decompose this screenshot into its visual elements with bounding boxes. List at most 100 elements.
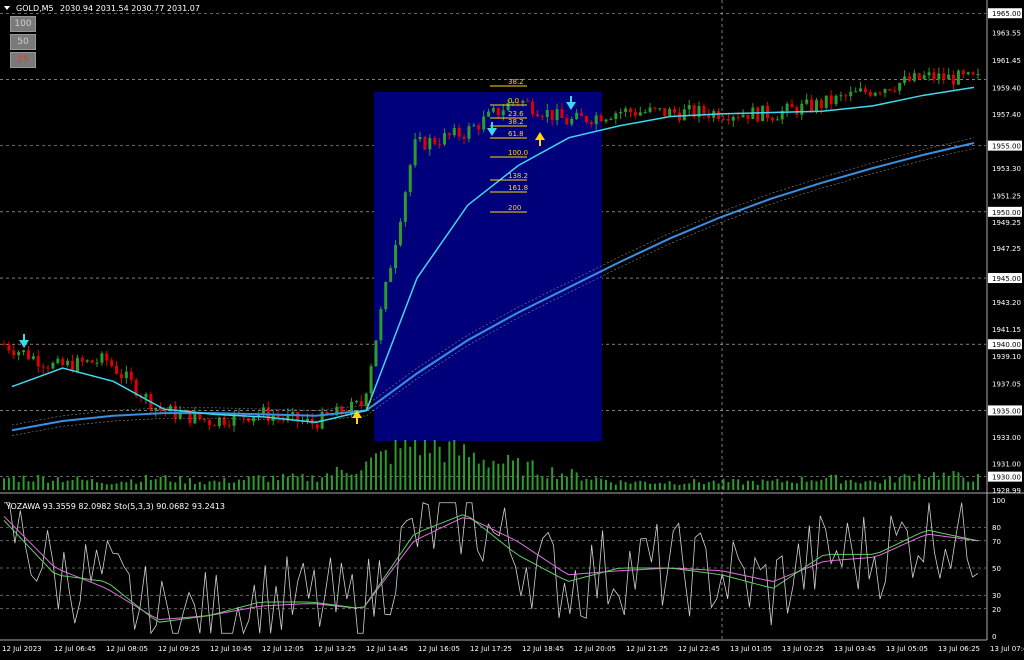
volume-bar [942,472,945,490]
volume-bar [120,481,123,490]
volume-bar [614,484,617,490]
volume-bar [673,484,676,490]
volume-bar [110,484,113,490]
candle-body [653,107,657,109]
candle-body [428,138,432,150]
volume-bar [428,453,431,490]
volume-bar [394,440,397,490]
candle-body [261,407,265,415]
volume-bar [37,474,40,490]
price-label: 1928.99 [992,487,1021,495]
candle-body [746,114,750,120]
candle-body [893,90,897,92]
volume-bar [159,476,162,490]
volume-bar [140,481,143,490]
volume-bar [800,476,803,490]
volume-bar [805,481,808,490]
chart-window[interactable]: 38.2 0.0 23.6 38.2 61.8 100.0 138.2 161.8 200 19… [0,0,1024,656]
time-label: 12 Jul 16:05 [418,645,460,653]
price-label: 1961.45 [992,57,1021,65]
volume-bar [144,474,147,490]
candle-body [829,95,833,105]
volume-bar [66,480,69,490]
time-label: 12 Jul 09:25 [158,645,200,653]
candle-body [22,350,26,353]
volume-bar [125,482,128,490]
candle-body [144,394,148,398]
level-button-25[interactable]: 25 [10,52,36,68]
volume-bar [86,480,89,490]
time-label: 12 Jul 2023 [2,645,42,653]
volume-bar [95,482,98,490]
volume-bar [541,476,544,490]
candle-body [961,70,965,75]
candle-body [477,125,481,130]
candle-body [868,92,872,96]
candle-body [814,100,818,112]
osc-tick: 70 [992,538,1001,546]
volume-bar [751,480,754,490]
volume-bar [164,475,167,490]
candle-body [927,72,931,76]
volume-bar [291,473,294,490]
volume-bar [590,479,593,490]
volume-bar [776,478,779,490]
fib-label: 100.0 [508,149,528,157]
fib-label: 0.0 [508,97,519,105]
candle-body [785,103,789,111]
candle-body [873,92,877,96]
volume-bar [932,472,935,490]
volume-bar [257,475,260,490]
candle-body [555,109,559,121]
volume-bar [433,440,436,490]
volume-bar [262,476,265,490]
volume-bar [653,483,656,490]
candle-body [545,110,549,118]
volume-bar [634,481,637,490]
candle-body [2,344,6,346]
volume-bar [355,473,358,490]
candle-body [452,127,456,136]
volume-bar [487,467,490,490]
volume-bar [771,480,774,490]
volume-bar [756,484,759,490]
volume-bar [149,479,152,490]
price-label: 1950.00 [992,209,1021,217]
volume-bar [502,463,505,490]
volume-bar [47,482,50,490]
volume-bar [737,479,740,490]
volume-bar [516,457,519,490]
candle-body [394,244,398,269]
fib-label: 161.8 [508,184,528,192]
volume-bar [766,480,769,490]
candle-body [46,367,50,369]
candle-body [403,192,407,222]
volume-bar [551,467,554,490]
level-button-50[interactable]: 50 [10,34,36,50]
volume-bar [188,478,191,490]
candle-body [741,114,745,118]
volume-bar [218,481,221,490]
candle-body [105,353,109,361]
chart-svg: 38.20.023.638.261.8100.0138.2161.8200 19… [0,0,1024,656]
candle-body [849,91,853,97]
volume-bar [272,475,275,490]
candle-body [878,92,882,94]
osc-tick: 50 [992,565,1001,573]
candle-body [702,106,706,114]
time-label: 12 Jul 08:05 [106,645,148,653]
volume-bar [384,449,387,490]
level-button-100[interactable]: 100 [10,16,36,32]
volume-bar [184,483,187,490]
volume-bar [658,482,661,490]
price-label: 1935.00 [992,407,1021,415]
volume-bar [154,479,157,490]
volume-bar [913,481,916,490]
candle-body [898,82,902,91]
price-label: 1947.25 [992,245,1021,253]
volume-bar [957,472,960,490]
volume-bar [962,477,965,490]
time-label: 12 Jul 20:05 [574,645,616,653]
volume-bar [17,481,20,490]
volume-bar [389,463,392,490]
